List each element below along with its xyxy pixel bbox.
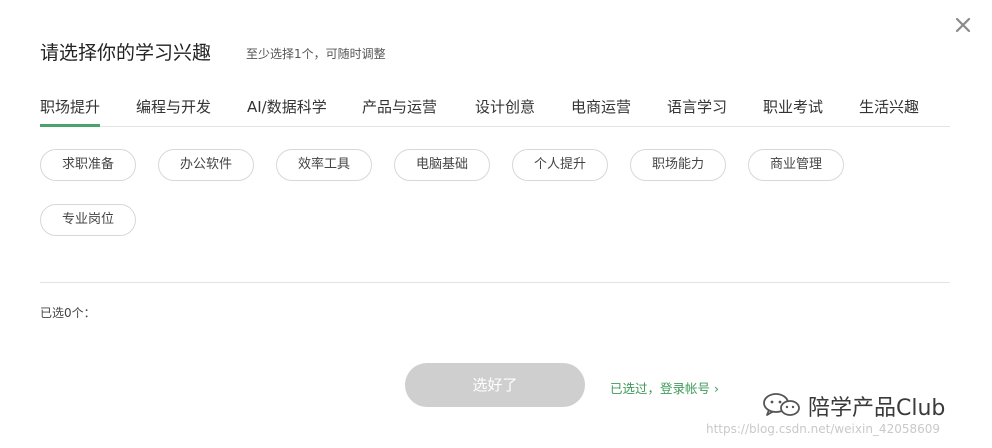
close-button[interactable] [952,14,974,36]
tab-ai-data-science[interactable]: AI/数据科学 [247,96,327,126]
tab-life-interests[interactable]: 生活兴趣 [859,96,919,126]
watermark-url: https://blog.csdn.net/weixin_42058609 [706,422,941,436]
tab-language[interactable]: 语言学习 [667,96,727,126]
login-link[interactable]: 已选过，登录帐号 › [610,378,719,397]
tab-programming[interactable]: 编程与开发 [136,96,211,126]
modal-subtitle: 至少选择1个，可随时调整 [246,47,386,61]
wechat-icon [763,393,800,416]
tab-career[interactable]: 职场提升 [40,96,101,127]
interest-pill[interactable]: 求职准备 [40,149,136,181]
interest-pill[interactable]: 职场能力 [630,149,726,181]
watermark-text: 陪学产品Club [808,396,946,421]
interest-pill[interactable]: 个人提升 [512,149,608,181]
confirm-button[interactable]: 选好了 [405,363,585,407]
tab-product-operations[interactable]: 产品与运营 [362,96,437,126]
interest-pill[interactable]: 办公软件 [158,149,254,181]
interest-pill[interactable]: 效率工具 [276,149,372,181]
tab-ecommerce[interactable]: 电商运营 [571,96,631,126]
tab-design[interactable]: 设计创意 [475,96,535,126]
tab-exams[interactable]: 职业考试 [763,96,823,126]
modal-title: 请选择你的学习兴趣 [40,42,212,64]
close-icon [955,17,971,33]
category-tabs: 职场提升 编程与开发 AI/数据科学 产品与运营 设计创意 电商运营 语言学习 … [40,96,950,127]
selected-count: 已选0个： [40,306,96,320]
interest-pill[interactable]: 电脑基础 [394,149,490,181]
interest-modal: 请选择你的学习兴趣 至少选择1个，可随时调整 职场提升 编程与开发 AI/数据科… [0,0,992,448]
interest-pill[interactable]: 专业岗位 [40,204,136,236]
divider [40,282,950,283]
interest-pill[interactable]: 商业管理 [748,149,844,181]
